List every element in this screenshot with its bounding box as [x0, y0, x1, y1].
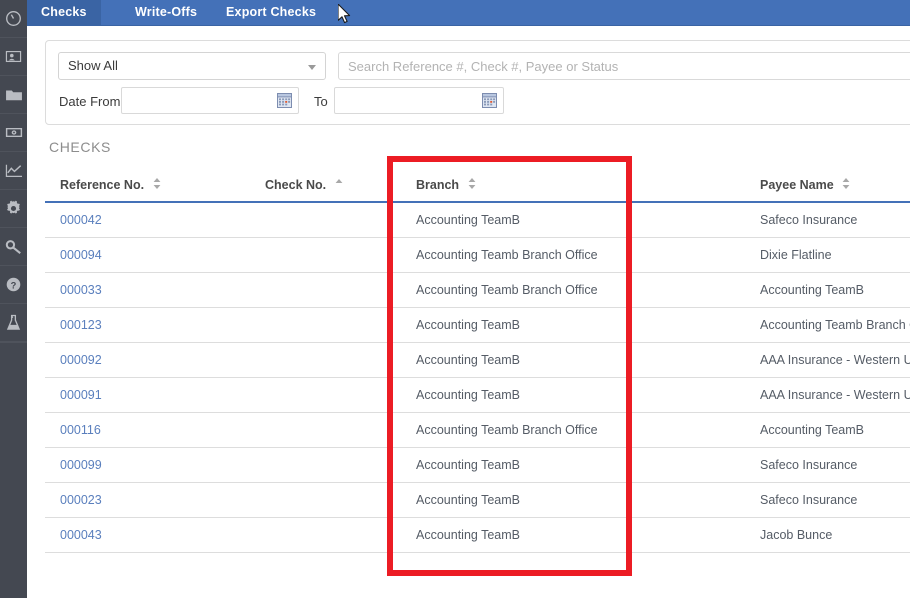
reference-no-link[interactable]: 000023 — [60, 493, 102, 507]
gauge-icon — [5, 10, 22, 27]
branch-cell: Accounting TeamB — [416, 318, 520, 332]
search-input[interactable] — [338, 52, 910, 80]
page-title: CHECKS — [49, 139, 111, 155]
date-from-input[interactable] — [121, 87, 299, 114]
main-content: Show All Date From — [27, 26, 910, 598]
tab-checks[interactable]: Checks — [27, 0, 101, 26]
reference-no-link[interactable]: 000116 — [60, 423, 101, 437]
sidebar-item-help[interactable]: ? — [0, 266, 27, 304]
chevron-down-icon — [308, 65, 316, 70]
lab-flask-icon — [6, 314, 21, 331]
reference-no-link[interactable]: 000043 — [60, 528, 102, 542]
column-header-label: Payee Name — [760, 178, 834, 192]
status-filter-value: Show All — [68, 58, 118, 73]
sort-both-icon — [842, 177, 850, 192]
reference-no-link[interactable]: 000123 — [60, 318, 102, 332]
sort-both-icon — [153, 177, 161, 192]
folder-icon — [5, 87, 23, 102]
sidebar-item-settings[interactable] — [0, 190, 27, 228]
table-row[interactable]: 000023 Accounting TeamB Safeco Insurance — [45, 483, 910, 518]
sidebar-item-dashboard[interactable] — [0, 0, 27, 38]
sidebar-item-files[interactable] — [0, 76, 27, 114]
table-header-row: Reference No. Check No. Branch Payee Nam… — [45, 166, 910, 203]
sidebar-divider — [0, 342, 27, 343]
sort-both-icon — [468, 177, 476, 192]
line-chart-icon — [5, 163, 23, 179]
table-row[interactable]: 000116 Accounting Teamb Branch Office Acco… — [45, 413, 910, 448]
date-to-input[interactable] — [334, 87, 504, 114]
payee-name-cell: Accounting TeamB — [760, 283, 864, 297]
column-header-branch[interactable]: Branch — [416, 177, 476, 193]
sort-ascending-icon — [335, 178, 343, 192]
payee-name-cell: AAA Insurance - Western Union — [760, 388, 910, 402]
reference-no-link[interactable]: 000091 — [60, 388, 102, 402]
payee-name-cell: Safeco Insurance — [760, 213, 858, 227]
checks-table: Reference No. Check No. Branch Payee Nam… — [45, 166, 910, 553]
reference-no-link[interactable]: 000092 — [60, 353, 102, 367]
table-row[interactable]: 000042 Accounting TeamB Safeco Insurance — [45, 203, 910, 238]
status-filter-select[interactable]: Show All — [58, 52, 326, 80]
branch-cell: Accounting TeamB — [416, 213, 520, 227]
sidebar-item-permissions[interactable] — [0, 228, 27, 266]
sidebar-item-contacts[interactable] — [0, 38, 27, 76]
branch-cell: Accounting TeamB — [416, 388, 520, 402]
table-row[interactable]: 000091 Accounting TeamB AAA Insurance - We… — [45, 378, 910, 413]
table-row[interactable]: 000092 Accounting TeamB AAA Insurance - We… — [45, 343, 910, 378]
question-circle-icon: ? — [5, 276, 22, 293]
sidebar-item-reports[interactable] — [0, 152, 27, 190]
column-header-label: Branch — [416, 178, 460, 192]
sidebar-item-payments[interactable] — [0, 114, 27, 152]
reference-no-link[interactable]: 000033 — [60, 283, 102, 297]
payee-name-cell: Accounting Teamb Branch Office — [760, 318, 910, 332]
sidebar-item-tools[interactable] — [0, 304, 27, 342]
branch-cell: Accounting TeamB — [416, 458, 520, 472]
payee-name-cell: Safeco Insurance — [760, 493, 858, 507]
column-header-check-no[interactable]: Check No. — [265, 178, 343, 193]
table-row[interactable]: 000043 Accounting TeamB Jacob Bunce — [45, 518, 910, 553]
reference-no-link[interactable]: 000094 — [60, 248, 102, 262]
date-from-label: Date From — [59, 94, 121, 109]
tab-bar: Checks Write-Offs Export Checks — [27, 0, 910, 26]
table-row[interactable]: 000094 Accounting Teamb Branch Office Dixi… — [45, 238, 910, 273]
branch-cell: Accounting TeamB — [416, 528, 520, 542]
payee-name-cell: AAA Insurance - Western Union — [760, 353, 910, 367]
id-card-icon — [5, 49, 22, 64]
branch-cell: Accounting Teamb Branch Office — [416, 248, 598, 262]
column-header-reference-no[interactable]: Reference No. — [60, 177, 161, 193]
table-row[interactable]: 000123 Accounting TeamB Accounting Teamb B… — [45, 308, 910, 343]
calendar-icon[interactable] — [277, 93, 292, 108]
key-icon — [5, 239, 23, 255]
reference-no-link[interactable]: 000099 — [60, 458, 102, 472]
payee-name-cell: Accounting TeamB — [760, 423, 864, 437]
payee-name-cell: Dixie Flatline — [760, 248, 832, 262]
reference-no-link[interactable]: 000042 — [60, 213, 102, 227]
gear-icon — [5, 200, 22, 217]
branch-cell: Accounting Teamb Branch Office — [416, 283, 598, 297]
filter-panel: Show All Date From — [45, 40, 910, 125]
date-to-label: To — [314, 94, 328, 109]
app-window: ? Checks Write-Offs Export Checks Show A — [0, 0, 910, 598]
branch-cell: Accounting TeamB — [416, 353, 520, 367]
svg-text:?: ? — [11, 280, 17, 290]
calendar-icon[interactable] — [482, 93, 497, 108]
payee-name-cell: Safeco Insurance — [760, 458, 858, 472]
banknote-icon — [5, 126, 23, 139]
table-row[interactable]: 000099 Accounting TeamB Safeco Insurance — [45, 448, 910, 483]
column-header-label: Reference No. — [60, 178, 145, 192]
branch-cell: Accounting TeamB — [416, 493, 520, 507]
column-header-label: Check No. — [265, 178, 327, 192]
column-header-payee-name[interactable]: Payee Name — [760, 177, 850, 193]
table-body: 000042 Accounting TeamB Safeco Insurance 00… — [45, 203, 910, 553]
branch-cell: Accounting Teamb Branch Office — [416, 423, 598, 437]
tab-write-offs[interactable]: Write-Offs — [121, 0, 211, 26]
table-row[interactable]: 000033 Accounting Teamb Branch Office Acco… — [45, 273, 910, 308]
left-icon-rail: ? — [0, 0, 27, 598]
payee-name-cell: Jacob Bunce — [760, 528, 833, 542]
tab-export-checks[interactable]: Export Checks — [212, 0, 330, 26]
